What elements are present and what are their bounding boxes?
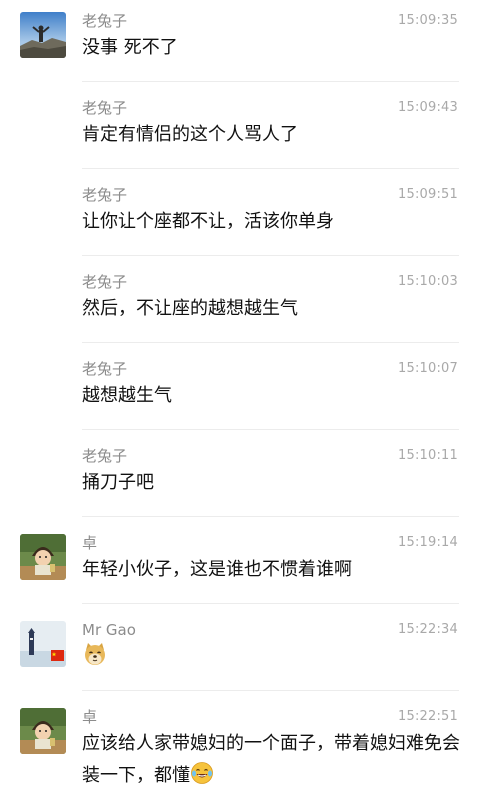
message-item[interactable]: 卓 15:19:14 年轻小伙子，这是谁也不惯着谁啊	[0, 526, 479, 613]
message-timestamp: 15:10:03	[398, 274, 458, 289]
avatar[interactable]	[20, 12, 66, 58]
sender-name: 老兔子	[82, 99, 128, 117]
avatar[interactable]	[20, 534, 66, 580]
sender-name: 卓	[82, 708, 98, 726]
message-item[interactable]: Mr Gao 15:22:34	[0, 613, 479, 700]
divider	[82, 516, 459, 517]
message-text-content: 肯定有情侣的这个人骂人了	[82, 124, 298, 145]
divider	[82, 690, 459, 691]
divider	[82, 81, 459, 82]
message-text-content: 没事 死不了	[82, 37, 178, 58]
message-text: 然后，不让座的越想越生气	[82, 293, 461, 325]
message-text: 没事 死不了	[82, 32, 461, 64]
message-text: 让你让个座都不让，活该你单身	[82, 206, 461, 238]
message-timestamp: 15:22:51	[398, 709, 458, 724]
doge-emoji	[82, 641, 108, 678]
message-text: 应该给人家带媳妇的一个面子，带着媳妇难免会装一下，都懂	[82, 728, 461, 796]
divider	[82, 168, 459, 169]
message-item[interactable]: 老兔子 15:10:11 捅刀子吧	[0, 439, 479, 526]
message-item[interactable]: 老兔子 15:09:43 肯定有情侣的这个人骂人了	[0, 91, 479, 178]
message-text-content: 捅刀子吧	[82, 472, 154, 493]
divider	[82, 342, 459, 343]
message-item[interactable]: 老兔子 15:10:03 然后，不让座的越想越生气	[0, 265, 479, 352]
divider	[82, 429, 459, 430]
message-item[interactable]: 老兔子 15:09:51 让你让个座都不让，活该你单身	[0, 178, 479, 265]
message-timestamp: 15:09:43	[398, 100, 458, 115]
message-text-content: 年轻小伙子，这是谁也不惯着谁啊	[82, 559, 352, 580]
message-item[interactable]: 老兔子 15:10:07 越想越生气	[0, 352, 479, 439]
message-timestamp: 15:09:51	[398, 187, 458, 202]
message-text: 年轻小伙子，这是谁也不惯着谁啊	[82, 554, 461, 586]
message-text-content: 应该给人家带媳妇的一个面子，带着媳妇难免会装一下，都懂	[82, 733, 460, 786]
divider	[82, 255, 459, 256]
message-timestamp: 15:10:11	[398, 448, 458, 463]
message-text-content: 越想越生气	[82, 385, 172, 406]
message-timestamp: 15:10:07	[398, 361, 458, 376]
sender-name: 老兔子	[82, 186, 128, 204]
message-text-content: 让你让个座都不让，活该你单身	[82, 211, 334, 232]
sender-name: Mr Gao	[82, 621, 136, 639]
message-text	[82, 641, 461, 678]
message-text: 捅刀子吧	[82, 467, 461, 499]
avatar[interactable]	[20, 621, 66, 667]
message-timestamp: 15:09:35	[398, 13, 458, 28]
message-item[interactable]: 老兔子 15:09:35 没事 死不了	[0, 4, 479, 91]
message-text: 越想越生气	[82, 380, 461, 412]
divider	[82, 603, 459, 604]
sender-name: 卓	[82, 534, 98, 552]
avatar[interactable]	[20, 708, 66, 754]
message-text: 肯定有情侣的这个人骂人了	[82, 119, 461, 151]
tears-of-joy-emoji	[190, 761, 214, 796]
message-item[interactable]: 卓 15:22:51 应该给人家带媳妇的一个面子，带着媳妇难免会装一下，都懂	[0, 700, 479, 800]
message-timestamp: 15:19:14	[398, 535, 458, 550]
sender-name: 老兔子	[82, 360, 128, 378]
sender-name: 老兔子	[82, 447, 128, 465]
sender-name: 老兔子	[82, 273, 128, 291]
message-list: 老兔子 15:09:35 没事 死不了 老兔子 15:09:43 肯定有情侣的这个人骂人了…	[0, 0, 479, 800]
sender-name: 老兔子	[82, 12, 128, 30]
message-timestamp: 15:22:34	[398, 622, 458, 637]
message-text-content: 然后，不让座的越想越生气	[82, 298, 298, 319]
